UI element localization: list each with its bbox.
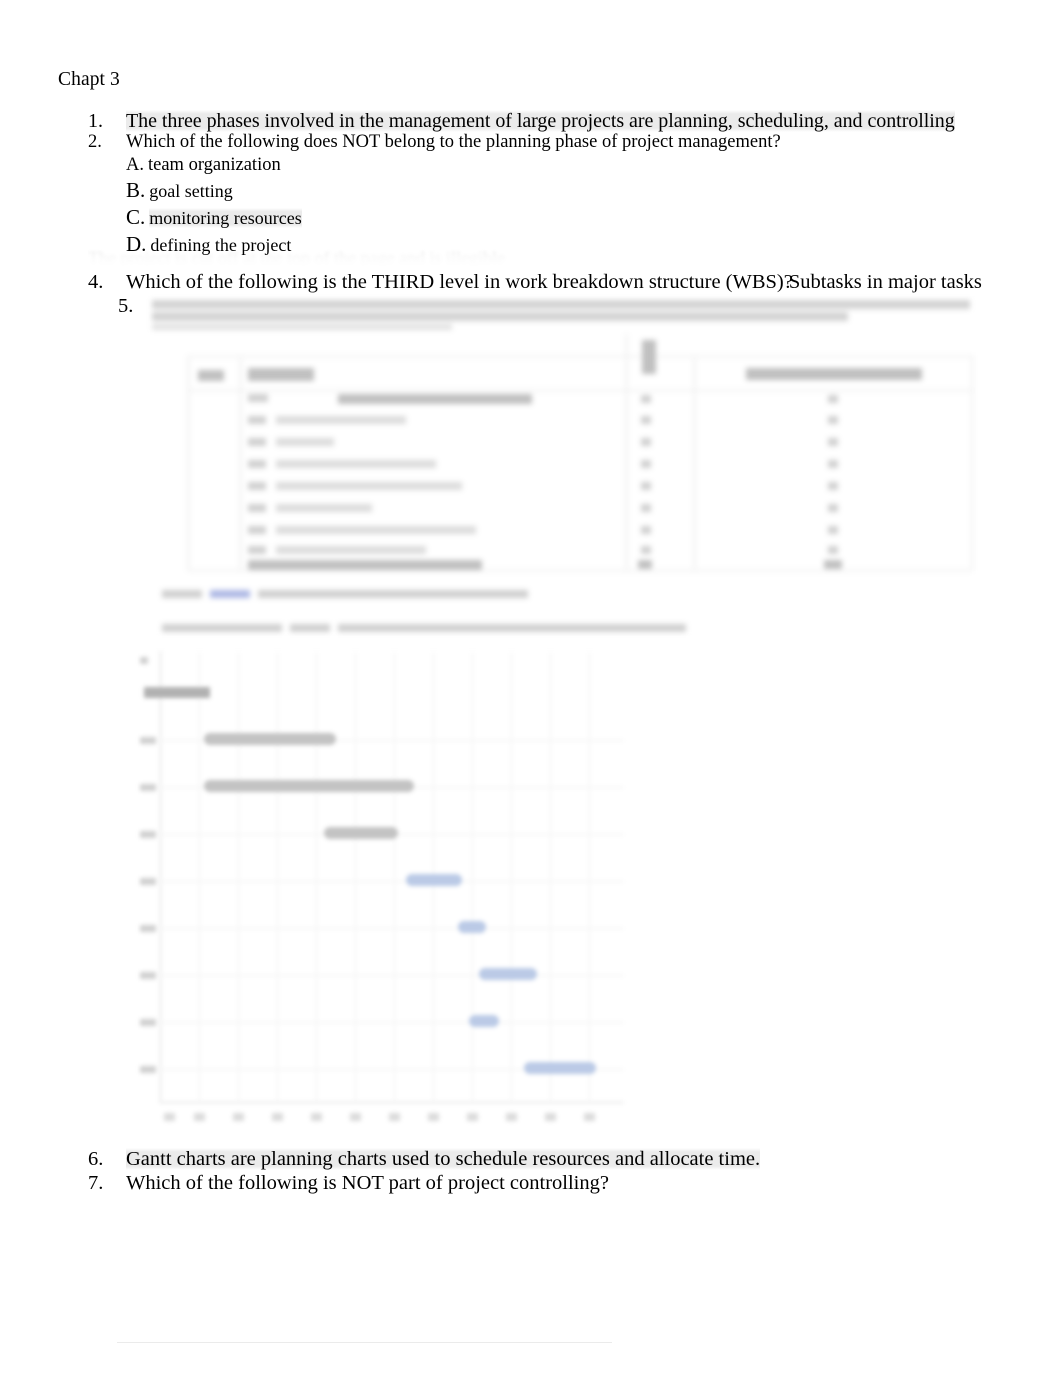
question-text: The project is cut off at the top of the… [88, 249, 506, 267]
gantt-bar [458, 921, 486, 933]
question-item-1: 1. The three phases involved in the mana… [58, 110, 1018, 132]
embedded-table-image [148, 294, 978, 638]
gantt-bar [324, 827, 398, 839]
chart-y-axis [160, 651, 161, 1103]
question-list: 1. The three phases involved in the mana… [58, 110, 1018, 259]
chart-title-blurred [144, 687, 210, 698]
question-item-2: 2. Which of the following does NOT belon… [58, 132, 1018, 153]
gantt-bar [524, 1062, 596, 1074]
question-number: 6. [88, 1148, 104, 1170]
choice-letter: C. [126, 205, 146, 229]
gantt-bar [479, 968, 537, 980]
question-answer: Subtasks in major tasks [788, 271, 982, 293]
choice-text: team organization [148, 155, 281, 175]
gantt-bar [204, 733, 336, 745]
choice-letter: B. [126, 178, 146, 202]
question-text: The three phases involved in the managem… [126, 110, 955, 132]
footer-divider [117, 1342, 612, 1343]
document-page: Chapt 3 1. The three phases involved in … [0, 0, 1062, 1377]
gantt-bar [406, 874, 462, 886]
question-item-6: 6. Gantt charts are planning charts used … [88, 1148, 761, 1171]
choice-b: B. goal setting [126, 178, 1018, 205]
choice-text: goal setting [149, 181, 233, 201]
gantt-bar [204, 780, 414, 792]
question-number: 4. [88, 271, 104, 293]
embedded-gantt-chart-image [138, 645, 628, 1135]
question-text: Gantt charts are planning charts used to… [126, 1148, 761, 1170]
question-text: Which of the following is the THIRD leve… [126, 271, 793, 293]
choice-c: C. monitoring resources [126, 205, 1018, 232]
choice-a: A. team organization [126, 153, 1018, 178]
question-text: Which of the following is NOT part of pr… [126, 1172, 609, 1194]
question-item-4: 4. Which of the following is the THIRD le… [88, 271, 982, 294]
question-number: 2. [88, 132, 102, 152]
page-title: Chapt 3 [58, 69, 120, 90]
question-item-3-faded: The project is cut off at the top of the… [88, 249, 968, 267]
question-text: Which of the following does NOT belong t… [126, 132, 781, 152]
choice-letter: A. [126, 155, 144, 175]
chart-x-axis [160, 1102, 624, 1103]
gantt-bar [469, 1015, 499, 1027]
question-item-7: 7. Which of the following is NOT part of … [88, 1172, 609, 1195]
question-number: 7. [88, 1172, 104, 1194]
question-number: 1. [88, 110, 103, 132]
choice-text: monitoring resources [149, 208, 302, 228]
